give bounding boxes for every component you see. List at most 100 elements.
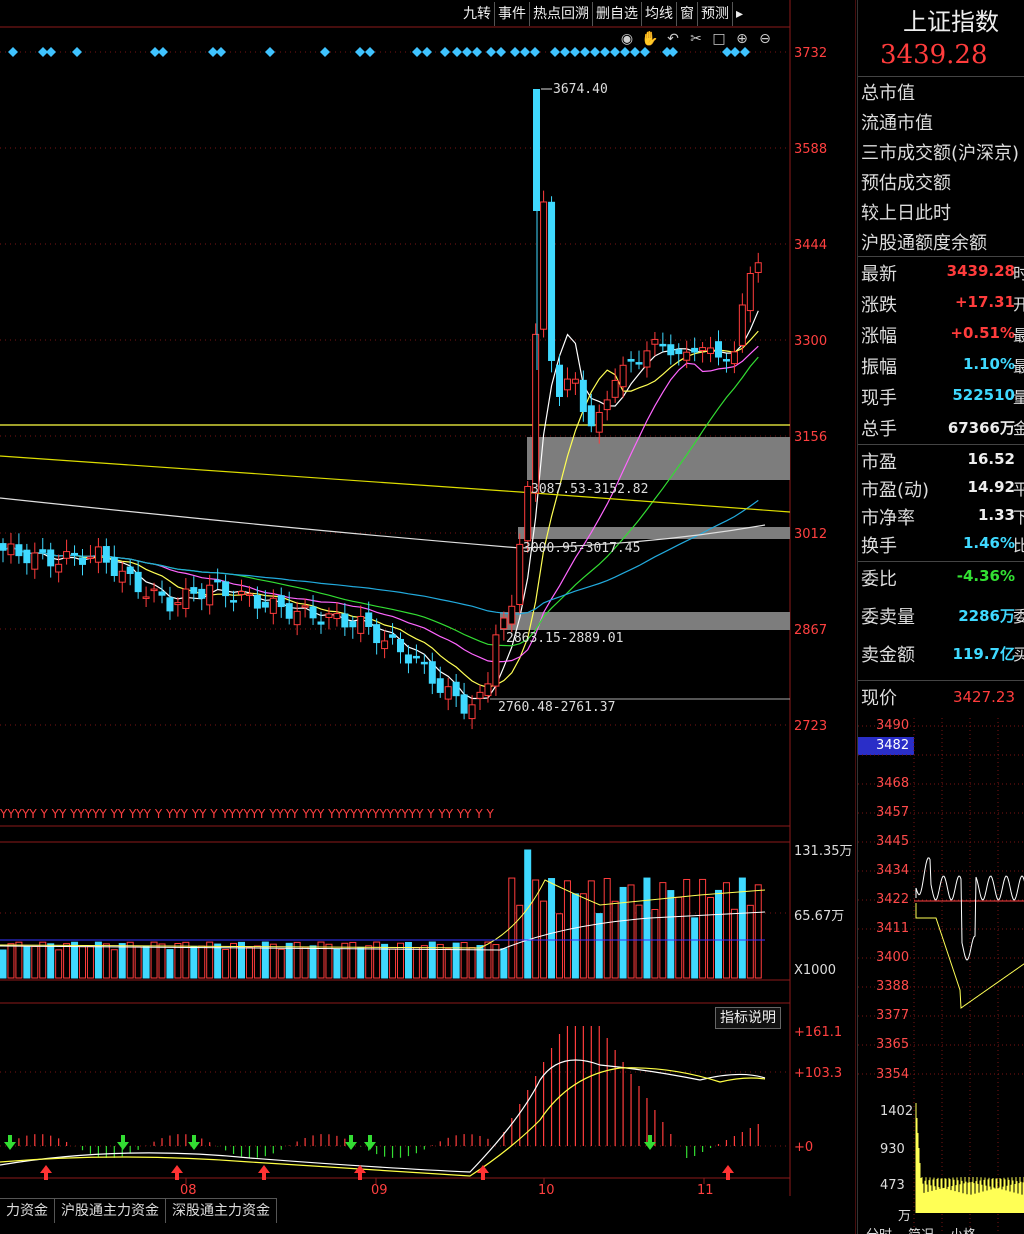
price-tick: 3300 [794,334,827,349]
quote-value: 2286万 [958,607,1015,625]
volume-bar [722,882,730,979]
undo-icon[interactable]: ↶ [664,30,682,48]
candle-body [79,557,86,565]
volume-bar [627,884,635,979]
candle-body [325,613,333,618]
events-button[interactable]: 事件 [494,2,529,26]
gap-label: 3000.95-3017.45 [523,541,640,556]
quote-label: 市盈(动) [861,480,930,501]
price-tick: 3156 [794,430,827,445]
candle-body [548,201,556,361]
kline-chart[interactable]: YYYYY Y YY YYYYY YY YYY Y YYY YY Y YYYYY… [0,0,856,1234]
jiuzhuan-button[interactable]: 九转 [460,2,494,26]
stat-turnover: 三市成交额(沪深京) [861,143,1020,164]
forecast-button[interactable]: 预测 [697,2,732,26]
candle-body [730,351,738,365]
hot-replay-button[interactable]: 热点回溯 [529,2,592,26]
quote-label: 委卖量 [861,607,915,628]
volume-tick: 131.35万 [794,844,853,859]
volume-bar [301,946,309,979]
candle-body [174,602,182,606]
candle-body [452,681,460,697]
remove-watchlist-button[interactable]: 删自选 [592,2,641,26]
macd-axis: +161.1 +103.3 +0 [794,1025,842,1155]
volume-bar [468,947,476,979]
stat-connect-quota: 沪股通额度余额 [861,233,987,254]
tab-sz-connect-funds[interactable]: 深股通主力资金 [166,1199,277,1223]
candle-body [71,552,79,556]
tab-small-grid[interactable]: 小格 [942,1224,984,1234]
candle-body [484,683,492,697]
candle-body [158,591,166,596]
candle-body [253,594,261,609]
candle-body [47,549,55,567]
hand-icon[interactable]: ✋ [641,30,659,48]
mini-price-line [915,857,1024,961]
tab-sh-connect-funds[interactable]: 沪股通主力资金 [55,1199,166,1223]
volume-bar [31,945,39,979]
tab-main-funds[interactable]: 力资金 [0,1199,55,1223]
ma-button[interactable]: 均线 [641,2,676,26]
candle-body [468,704,476,720]
eye-icon[interactable]: ◉ [618,30,636,48]
tab-intraday[interactable]: 分时 [858,1224,900,1234]
volume-bar [158,943,166,979]
candle-body [397,638,404,653]
volume-bar [277,948,285,979]
volume-bar [47,943,55,979]
candle-body [540,201,548,330]
candle-body [667,344,675,356]
month-label: 08 [180,1183,197,1198]
candle-body [102,546,110,563]
volume-bar [71,941,79,979]
zoom-out-icon[interactable]: ⊖ [756,30,774,48]
quote-value: 14.92 [967,478,1015,496]
candle-body [715,341,722,358]
candle-body [309,606,317,619]
volume-bar [691,917,699,979]
mini-price-tick: 3434 [876,863,910,878]
volume-bar [333,948,341,979]
volume-bar [603,878,611,979]
candle-body [412,655,420,659]
candle-body [707,347,715,354]
quote-value: 119.7亿 [952,645,1015,663]
candle-body [556,364,563,397]
candle-body [444,686,452,700]
mini-price-tick: 3468 [876,776,910,791]
quote-label: 市盈 [861,452,897,473]
volume-bar [707,896,715,979]
scissors-icon[interactable]: ✂ [687,30,705,48]
quote-row: 委卖量 2286万委 [858,601,1024,632]
volume-bar [245,946,253,979]
candle-body [651,338,659,345]
price-axis: 3732 3588 3444 3300 3156 3012 2867 2723 [794,46,827,734]
volume-bar [55,949,63,979]
candle-body [0,543,7,551]
window-button[interactable]: 窗 [676,2,697,26]
quote-row: 市盈(动) 14.92平 [858,474,1024,505]
volume-bar [15,941,23,979]
volume-bar [293,941,301,979]
tab-summary[interactable]: 简况 [900,1224,942,1234]
collapse-arrow-icon[interactable]: ▸ [732,2,746,26]
candle-body [333,613,341,620]
indicator-help-button[interactable]: 指标说明 [715,1007,781,1029]
volume-bar [659,882,667,979]
quote-label: 市净率 [861,508,915,529]
quote-row: 委比 -4.36% [858,563,1024,594]
zoom-in-icon[interactable]: ⊕ [733,30,751,48]
candle-body [365,612,373,628]
lock-icon[interactable]: □ [710,30,728,48]
quote-value: 67366万 [947,419,1015,437]
price-tick: 3012 [794,527,827,542]
volume-axis: 131.35万 65.67万 X1000 [794,844,853,978]
quote-row: 卖金额 119.7亿买 [858,639,1024,670]
quote-tail: 最 [1013,322,1024,346]
price-tick: 3444 [794,238,827,253]
candle-body [404,654,412,664]
quote-row: 振幅 1.10%最 [858,351,1024,382]
candle-body [277,595,285,608]
mini-price-tick: 3482 [876,738,910,753]
quote-tail: 时 [1013,260,1024,284]
